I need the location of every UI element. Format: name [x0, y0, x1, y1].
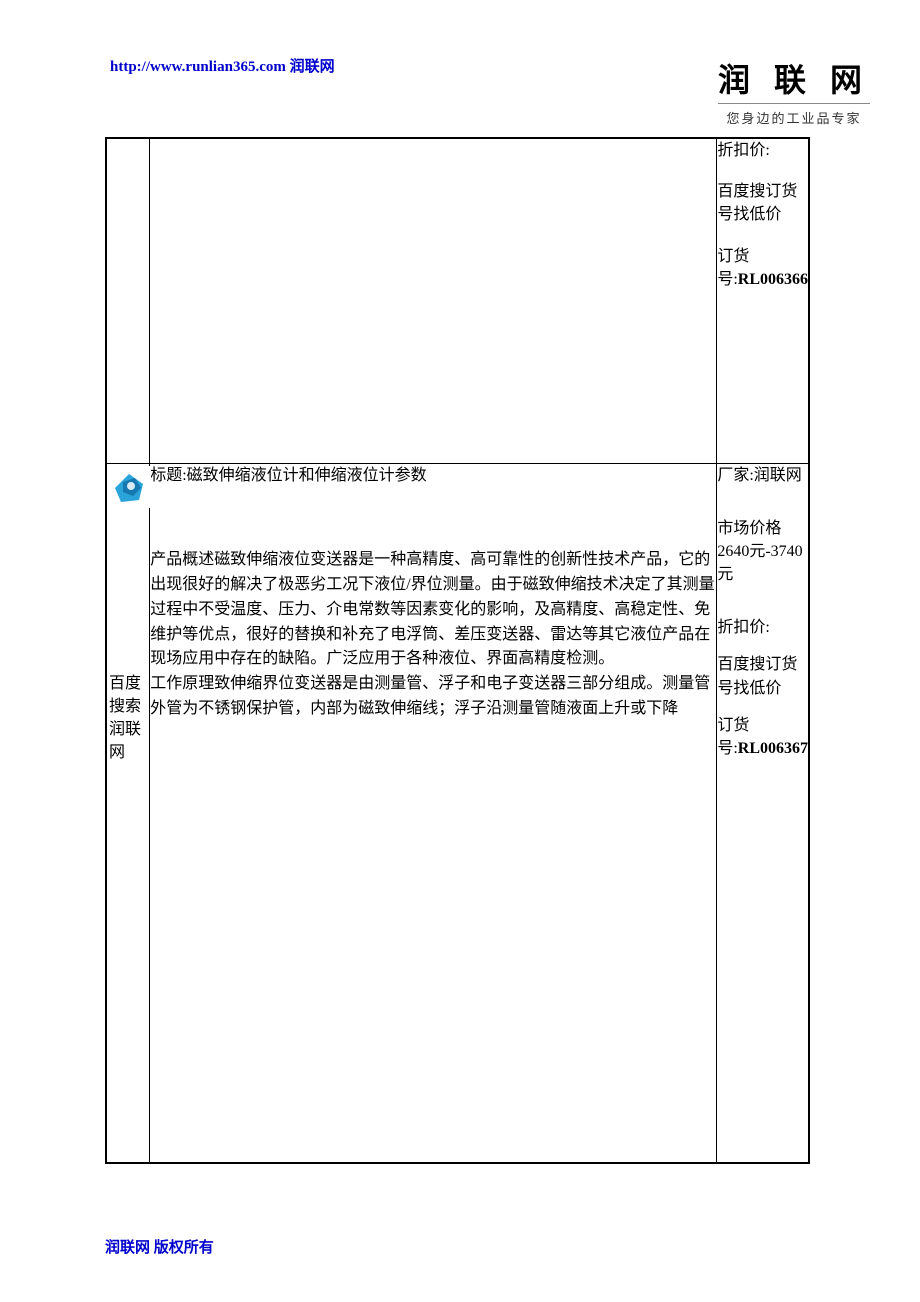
product-description: 产品概述磁致伸缩液位变送器是一种高精度、高可靠性的创新性技术产品，它的出现很好的…	[150, 548, 716, 672]
header-url[interactable]: http://www.runlian365.com	[110, 59, 286, 75]
market-price: 市场价格 2640元-3740元	[717, 517, 808, 587]
product-principle: 工作原理致伸缩界位变送器是由测量管、浮子和电子变送器三部分组成。测量管外管为不锈…	[150, 672, 716, 722]
logo-main: 润 联 网	[718, 55, 870, 101]
baidu-search-text: 百度搜索润联网	[109, 672, 149, 765]
cell-left-1	[106, 138, 150, 463]
baidu-tip: 百度搜订货号找低价	[717, 653, 808, 699]
header-site-name: 润联网	[290, 59, 335, 75]
price-label: 市场价格	[717, 520, 781, 537]
cell-mid-1	[150, 138, 717, 463]
header-link[interactable]: http://www.runlian365.com 润联网	[110, 55, 335, 76]
logo-subtitle: 您身边的工业品专家	[718, 103, 870, 127]
order-number: 订货号:RL006367	[717, 714, 808, 760]
maker-label: 厂家:	[717, 467, 753, 484]
title-label: 标题:	[150, 467, 186, 484]
logo: 润 联 网 您身边的工业品专家	[718, 55, 880, 127]
cell-right-2: 厂家:润联网 市场价格 2640元-3740元 折扣价: 百度搜订货号找低价 订货…	[717, 463, 809, 1163]
discount-label: 折扣价:	[717, 616, 808, 639]
cell-right-1: 折扣价: 百度搜订货号找低价 订货号:RL006366	[717, 138, 809, 463]
maker-value: 润联网	[754, 467, 802, 484]
order-value: RL006367	[738, 740, 808, 757]
order-value: RL006366	[738, 271, 808, 288]
table-row: 百度搜索润联网 标题:磁致伸缩液位计和伸缩液位计参数 产品概述磁致伸缩液位变送器…	[106, 463, 809, 1163]
table-row: 折扣价: 百度搜订货号找低价 订货号:RL006366	[106, 138, 809, 463]
price-value: 2640元-3740元	[717, 543, 802, 583]
maker: 厂家:润联网	[717, 464, 808, 487]
order-number: 订货号:RL006366	[717, 245, 808, 291]
content-table: 折扣价: 百度搜订货号找低价 订货号:RL006366 百度搜索润联网 标题:磁…	[105, 137, 810, 1164]
page-header: http://www.runlian365.com 润联网 润 联 网 您身边的…	[0, 0, 920, 137]
product-title: 标题:磁致伸缩液位计和伸缩液位计参数	[150, 464, 716, 489]
cell-left-2: 百度搜索润联网	[106, 463, 150, 1163]
title-value: 磁致伸缩液位计和伸缩液位计参数	[187, 467, 427, 484]
cell-mid-2: 标题:磁致伸缩液位计和伸缩液位计参数 产品概述磁致伸缩液位变送器是一种高精度、高…	[150, 463, 717, 1163]
footer-copyright: 润联网 版权所有	[105, 1236, 214, 1257]
baidu-tip: 百度搜订货号找低价	[717, 180, 808, 226]
discount-label: 折扣价:	[717, 139, 808, 162]
product-thumbnail-icon	[109, 466, 151, 508]
